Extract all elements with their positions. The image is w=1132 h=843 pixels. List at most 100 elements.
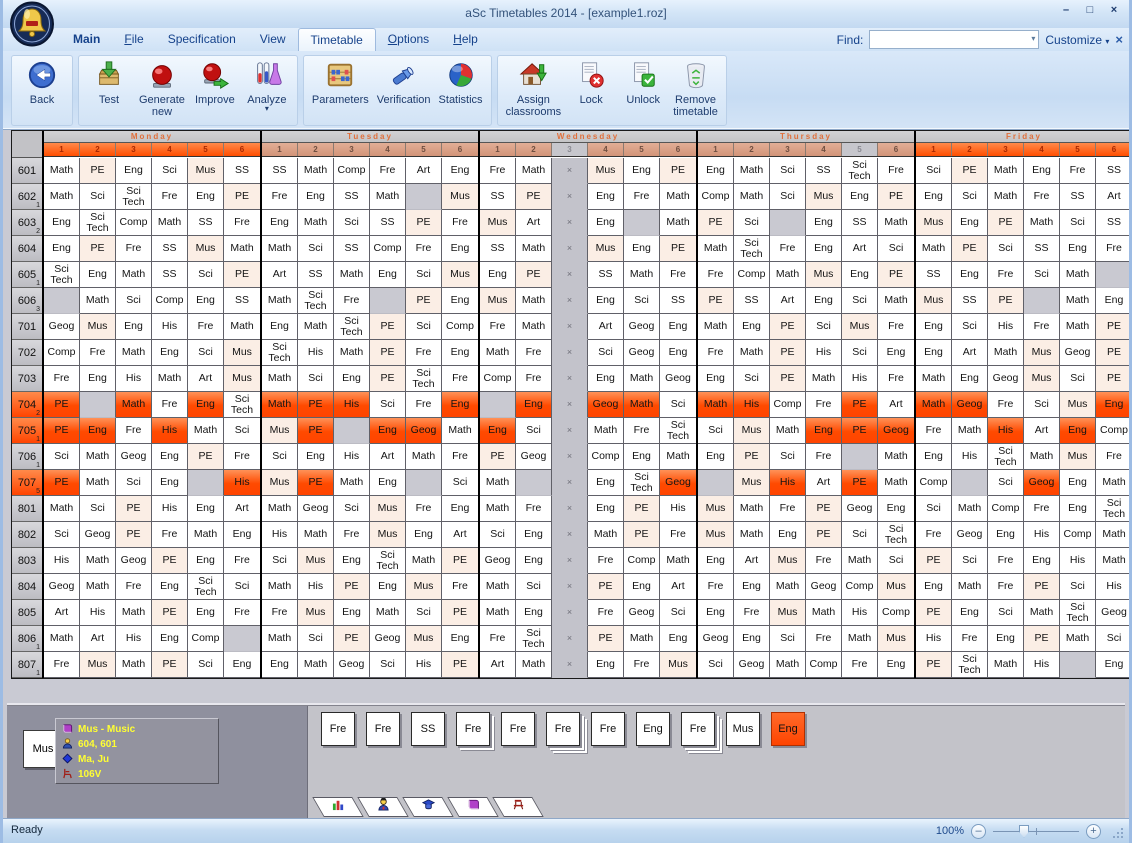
lesson-cell[interactable]: Sci: [952, 548, 988, 574]
lesson-cell[interactable]: SS: [842, 210, 878, 236]
lesson-cell[interactable]: Art: [480, 652, 516, 678]
lesson-cell[interactable]: Eng: [262, 652, 298, 678]
zoom-in-button[interactable]: +: [1086, 824, 1101, 839]
lesson-cell[interactable]: Eng: [442, 158, 478, 184]
lesson-cell[interactable]: Math: [624, 262, 660, 288]
lesson-cell[interactable]: Math: [988, 184, 1024, 210]
app-logo-bell-icon[interactable]: [9, 1, 55, 52]
lesson-cell[interactable]: Fre: [660, 262, 696, 288]
lesson-cell[interactable]: PE: [624, 522, 660, 548]
lesson-cell[interactable]: Sci: [44, 522, 80, 548]
lesson-cell[interactable]: SS: [480, 184, 516, 210]
lesson-cell[interactable]: PE: [770, 366, 806, 392]
lesson-cell[interactable]: Sci: [1096, 626, 1132, 652]
lesson-cell[interactable]: PE: [806, 522, 842, 548]
lesson-cell[interactable]: Geog: [1060, 340, 1096, 366]
lesson-cell[interactable]: Geog: [952, 392, 988, 418]
lesson-cell[interactable]: ×: [552, 184, 588, 210]
panel-tab-subject[interactable]: [447, 797, 499, 817]
lesson-cell[interactable]: Comp: [152, 288, 188, 314]
lesson-cell[interactable]: Sci: [916, 158, 952, 184]
lesson-cell[interactable]: Art: [1024, 418, 1060, 444]
lesson-cell[interactable]: Comp: [842, 574, 878, 600]
lesson-cell[interactable]: His: [952, 444, 988, 470]
lesson-cell[interactable]: Art: [516, 210, 552, 236]
lesson-cell[interactable]: Art: [952, 340, 988, 366]
row-label-706[interactable]: 7061: [12, 444, 42, 470]
lesson-cell[interactable]: Mus: [878, 574, 914, 600]
lesson-cell[interactable]: Eng: [698, 600, 734, 626]
lesson-cell[interactable]: Math: [734, 158, 770, 184]
lesson-cell[interactable]: PE: [442, 652, 478, 678]
lesson-cell[interactable]: Mus: [842, 314, 878, 340]
lesson-cell[interactable]: Comp: [588, 444, 624, 470]
lesson-cell[interactable]: Fre: [624, 652, 660, 678]
lesson-cell[interactable]: Eng: [224, 652, 260, 678]
lesson-cell[interactable]: Sci: [516, 418, 552, 444]
lesson-cell[interactable]: Eng: [188, 548, 224, 574]
lesson-cell[interactable]: Comp: [1096, 418, 1132, 444]
back-button[interactable]: Back: [17, 59, 67, 107]
row-label-807[interactable]: 8071: [12, 652, 42, 678]
lesson-cell[interactable]: Math: [588, 522, 624, 548]
lesson-cell[interactable]: Eng: [878, 340, 914, 366]
lesson-cell[interactable]: Geog: [80, 522, 116, 548]
lesson-cell[interactable]: PE: [116, 496, 152, 522]
lesson-cell[interactable]: Sci: [842, 288, 878, 314]
lesson-cell[interactable]: Eng: [298, 184, 334, 210]
lock-button[interactable]: Lock: [566, 59, 616, 107]
unplaced-card-eng[interactable]: Eng: [771, 712, 805, 746]
find-dropdown-icon[interactable]: ▾: [1031, 34, 1035, 43]
lesson-cell[interactable]: Math: [480, 574, 516, 600]
lesson-cell[interactable]: Comp: [480, 366, 516, 392]
lesson-cell[interactable]: [44, 288, 80, 314]
lesson-cell[interactable]: Sci: [298, 236, 334, 262]
lesson-cell[interactable]: Eng: [188, 184, 224, 210]
lesson-cell[interactable]: Eng: [698, 444, 734, 470]
lesson-cell[interactable]: Eng: [660, 340, 696, 366]
panel-tab-classroom[interactable]: [492, 797, 544, 817]
lesson-cell[interactable]: PE: [298, 418, 334, 444]
lesson-cell[interactable]: Sci: [952, 184, 988, 210]
lesson-cell[interactable]: PE: [224, 184, 260, 210]
lesson-cell[interactable]: Sci: [734, 366, 770, 392]
lesson-cell[interactable]: Math: [516, 236, 552, 262]
lesson-cell[interactable]: Math: [1060, 288, 1096, 314]
lesson-cell[interactable]: Math: [80, 444, 116, 470]
lesson-cell[interactable]: Math: [298, 522, 334, 548]
lesson-cell[interactable]: Sci Tech: [80, 210, 116, 236]
lesson-cell[interactable]: ×: [552, 600, 588, 626]
lesson-cell[interactable]: Comp: [624, 548, 660, 574]
remove-button[interactable]: Remove timetable: [670, 59, 721, 119]
lesson-cell[interactable]: Geog: [624, 340, 660, 366]
lesson-cell[interactable]: Comp: [698, 184, 734, 210]
menu-tab-options[interactable]: Options: [376, 28, 441, 51]
lesson-cell[interactable]: Mus: [262, 470, 298, 496]
lesson-cell[interactable]: His: [1024, 652, 1060, 678]
lesson-cell[interactable]: Mus: [734, 418, 770, 444]
lesson-cell[interactable]: Mus: [734, 470, 770, 496]
lesson-cell[interactable]: PE: [44, 392, 80, 418]
lesson-cell[interactable]: Mus: [224, 366, 260, 392]
lesson-cell[interactable]: Math: [988, 158, 1024, 184]
lesson-cell[interactable]: Geog: [952, 522, 988, 548]
lesson-cell[interactable]: Eng: [224, 522, 260, 548]
lesson-cell[interactable]: Sci: [988, 600, 1024, 626]
lesson-cell[interactable]: Math: [660, 548, 696, 574]
analyze-button[interactable]: Analyze▾: [242, 59, 292, 113]
lesson-cell[interactable]: Sci: [878, 236, 914, 262]
lesson-cell[interactable]: Eng: [588, 210, 624, 236]
lesson-cell[interactable]: Math: [624, 366, 660, 392]
lesson-cell[interactable]: Mus: [588, 236, 624, 262]
lesson-cell[interactable]: Fre: [588, 548, 624, 574]
lesson-cell[interactable]: Geog: [298, 496, 334, 522]
lesson-cell[interactable]: Eng: [442, 626, 478, 652]
lesson-cell[interactable]: Math: [806, 366, 842, 392]
lesson-cell[interactable]: Eng: [878, 496, 914, 522]
menu-tab-help[interactable]: Help: [441, 28, 490, 51]
lesson-cell[interactable]: Sci Tech: [406, 366, 442, 392]
lesson-cell[interactable]: Mus: [298, 600, 334, 626]
lesson-cell[interactable]: His: [1024, 522, 1060, 548]
lesson-cell[interactable]: Mus: [806, 262, 842, 288]
lesson-cell[interactable]: Art: [188, 366, 224, 392]
